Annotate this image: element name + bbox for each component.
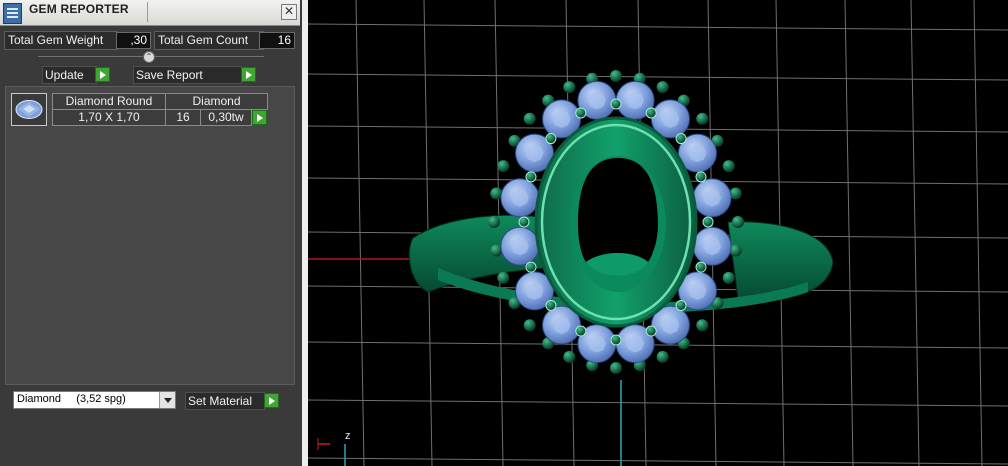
grid-line-v	[355, 0, 365, 466]
grid-line-h	[308, 457, 1008, 465]
grid-line-h	[308, 73, 1008, 81]
inner-prong	[645, 325, 657, 337]
title-separator	[147, 2, 148, 22]
gem-facet	[552, 109, 571, 128]
inner-prong	[575, 325, 587, 337]
gem-reporter-icon	[3, 3, 22, 24]
prong-bead	[732, 216, 744, 228]
gem-facet	[587, 334, 606, 353]
gem-reporter-panel: GEM REPORTER ✕ Total Gem Weight ,30 Tota…	[0, 0, 302, 466]
total-weight-label: Total Gem Weight	[4, 31, 118, 50]
collapse-icon[interactable]: ⌃	[143, 51, 155, 63]
update-button[interactable]: Update	[42, 66, 97, 84]
gem-cut-header: Diamond Round	[52, 93, 166, 110]
prong-bead	[497, 271, 510, 284]
chevron-down-icon[interactable]	[159, 392, 175, 408]
prong-bead	[722, 160, 735, 173]
inner-prong	[610, 98, 622, 110]
3d-viewport[interactable]: z	[308, 0, 1008, 466]
set-material-play-icon[interactable]	[264, 393, 279, 408]
total-weight-value: ,30	[116, 32, 151, 49]
prong-bead	[563, 81, 576, 94]
gem-facet	[552, 316, 571, 335]
inner-prong	[525, 261, 537, 273]
inner-prong	[525, 171, 537, 183]
prong-bead	[656, 350, 669, 363]
gem-facet	[510, 188, 529, 207]
material-selected: Diamond (3,52 spg)	[17, 393, 126, 405]
inner-prong	[695, 171, 707, 183]
inner-prong	[702, 216, 714, 228]
gem-count-cell: 16	[165, 109, 201, 126]
save-report-button[interactable]: Save Report	[133, 66, 242, 84]
prong-bead	[696, 112, 709, 125]
diamond-round-icon	[11, 93, 47, 126]
gem-weight-cell: 0,30tw	[200, 109, 252, 126]
save-report-play-icon[interactable]	[241, 67, 256, 82]
gem-facet	[661, 109, 680, 128]
inner-prong	[575, 107, 587, 119]
axis-z-label: z	[345, 430, 351, 442]
grid-line-h	[308, 341, 1008, 349]
ring-shank-right	[727, 221, 834, 301]
gem-facet	[525, 281, 544, 300]
prong-bead	[523, 319, 536, 332]
inner-prong	[518, 216, 530, 228]
gem-list: Diamond Round Diamond 1,70 X 1,70 16 0,3…	[5, 86, 295, 385]
window-title: GEM REPORTER	[29, 2, 129, 16]
gem-facet	[626, 334, 645, 353]
bezel-opening	[578, 158, 658, 262]
gem-facet	[688, 144, 707, 163]
grid-line-v	[973, 0, 983, 466]
grid-line-v	[844, 0, 854, 466]
gem-size-cell: 1,70 X 1,70	[52, 109, 166, 126]
inner-prong	[695, 261, 707, 273]
gem-row-play-icon[interactable]	[252, 110, 267, 125]
inner-prong	[645, 107, 657, 119]
gem-type-header: Diamond	[165, 93, 268, 110]
inner-prong	[545, 133, 557, 145]
prong-bead	[696, 319, 709, 332]
update-play-icon[interactable]	[95, 67, 110, 82]
prong-bead	[488, 216, 500, 228]
gem-facet	[703, 188, 722, 207]
gem-facet	[525, 144, 544, 163]
gem-facet	[510, 237, 529, 256]
inner-prong	[545, 299, 557, 311]
set-material-button[interactable]: Set Material	[185, 392, 265, 410]
material-dropdown[interactable]: Diamond (3,52 spg)	[13, 391, 176, 409]
total-count-label: Total Gem Count	[154, 31, 264, 50]
prong-bead	[722, 271, 735, 284]
inner-prong	[610, 334, 622, 346]
prong-bead	[656, 81, 669, 94]
prong-bead	[610, 362, 622, 374]
gem-facet	[688, 281, 707, 300]
title-bar: GEM REPORTER ✕	[0, 0, 300, 26]
grid-line-h	[308, 23, 1008, 31]
total-count-value: 16	[259, 32, 295, 49]
prong-bead	[610, 70, 622, 82]
gem-facet	[661, 316, 680, 335]
inner-prong	[675, 299, 687, 311]
close-icon[interactable]: ✕	[281, 4, 297, 20]
prong-bead	[523, 112, 536, 125]
gem-facet	[703, 237, 722, 256]
grid-line-v	[910, 0, 920, 466]
prong-bead	[497, 160, 510, 173]
inner-prong	[675, 133, 687, 145]
prong-bead	[563, 350, 576, 363]
grid-line-h	[308, 399, 1008, 407]
